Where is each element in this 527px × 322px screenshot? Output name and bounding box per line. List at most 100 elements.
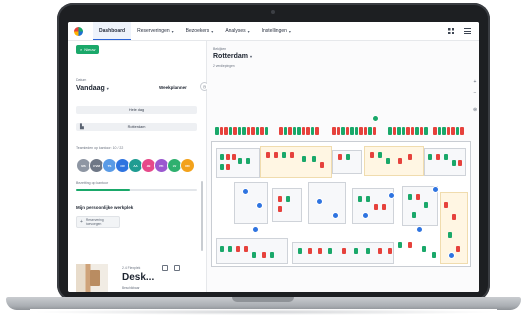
desk[interactable]: [388, 248, 392, 254]
desk[interactable]: [306, 127, 310, 135]
desk[interactable]: [219, 127, 223, 135]
nav-reserveringen[interactable]: Reserveringen ▾: [131, 22, 180, 40]
desk[interactable]: [397, 127, 401, 135]
desk[interactable]: [232, 154, 236, 160]
occupant-avatar-marker[interactable]: [316, 198, 323, 205]
occupant-avatar-marker[interactable]: [362, 212, 369, 219]
desk[interactable]: [308, 248, 312, 254]
desk[interactable]: [278, 206, 282, 212]
desk[interactable]: [408, 194, 412, 200]
app-logo-icon[interactable]: [74, 26, 83, 36]
location-select[interactable]: ▙ Rotterdam: [76, 123, 197, 131]
desk[interactable]: [242, 127, 246, 135]
desk[interactable]: [328, 248, 332, 254]
occupant-avatar-marker[interactable]: [332, 212, 339, 219]
desk-bench[interactable]: [433, 127, 464, 135]
desk[interactable]: [363, 127, 367, 135]
desk[interactable]: [342, 248, 346, 254]
location-dropdown[interactable]: Rotterdam ▾: [213, 53, 252, 60]
desk[interactable]: [408, 242, 412, 248]
desk[interactable]: [270, 252, 274, 258]
meeting-room-marker[interactable]: [372, 115, 379, 122]
calendar-small-icon[interactable]: [174, 265, 180, 271]
desk[interactable]: [401, 127, 405, 135]
desk[interactable]: [398, 158, 402, 164]
desk[interactable]: [233, 127, 237, 135]
desk[interactable]: [406, 127, 410, 135]
apps-grid-icon[interactable]: [448, 28, 454, 34]
desk[interactable]: [220, 154, 224, 160]
desk[interactable]: [283, 127, 287, 135]
desk[interactable]: [451, 127, 455, 135]
desk[interactable]: [297, 127, 301, 135]
desk[interactable]: [341, 127, 345, 135]
desk[interactable]: [458, 160, 462, 166]
desk[interactable]: [220, 164, 224, 170]
desk[interactable]: [412, 212, 416, 218]
desk[interactable]: [332, 127, 336, 135]
desk[interactable]: [350, 127, 354, 135]
desk[interactable]: [228, 127, 232, 135]
time-select[interactable]: Hele dag: [76, 106, 197, 114]
desk-bench[interactable]: [332, 127, 376, 135]
desk[interactable]: [298, 248, 302, 254]
desk[interactable]: [346, 154, 350, 160]
desk[interactable]: [410, 127, 414, 135]
occupant-avatar-marker[interactable]: [432, 186, 439, 193]
desk[interactable]: [246, 158, 250, 164]
desk[interactable]: [318, 248, 322, 254]
lounge-room[interactable]: [234, 182, 268, 224]
desk[interactable]: [336, 127, 340, 135]
nav-instellingen[interactable]: Instellingen ▾: [256, 22, 297, 40]
desk[interactable]: [236, 246, 240, 252]
desk[interactable]: [320, 162, 324, 168]
desk[interactable]: [262, 252, 266, 258]
desk[interactable]: [415, 127, 419, 135]
desk[interactable]: [442, 127, 446, 135]
room[interactable]: [216, 238, 288, 264]
nav-bezoekers[interactable]: Bezoekers ▾: [180, 22, 220, 40]
nav-dashboard[interactable]: Dashboard: [93, 22, 132, 40]
desk[interactable]: [452, 214, 456, 220]
desk[interactable]: [444, 202, 448, 208]
desk[interactable]: [437, 127, 441, 135]
desk[interactable]: [292, 127, 296, 135]
desk[interactable]: [424, 202, 428, 208]
desk[interactable]: [282, 152, 286, 158]
desk-bench[interactable]: [388, 127, 428, 135]
zoom-in-button[interactable]: +: [473, 79, 477, 85]
occupant-avatar-marker[interactable]: [448, 252, 455, 259]
desk[interactable]: [370, 152, 374, 158]
desk[interactable]: [354, 248, 358, 254]
occupant-avatar-marker[interactable]: [388, 192, 395, 199]
team-member-avatar[interactable]: RD: [180, 158, 195, 173]
desk[interactable]: [428, 154, 432, 160]
desk[interactable]: [244, 246, 248, 252]
desk[interactable]: [368, 127, 372, 135]
weekplanner-link[interactable]: Weekplanner: [159, 85, 187, 90]
desk[interactable]: [290, 152, 294, 158]
desk[interactable]: [224, 127, 228, 135]
desk[interactable]: [392, 127, 396, 135]
desk[interactable]: [446, 127, 450, 135]
desk[interactable]: [455, 127, 459, 135]
desk[interactable]: [286, 196, 290, 202]
desk[interactable]: [220, 246, 224, 252]
desk[interactable]: [310, 127, 314, 135]
zoom-out-button[interactable]: −: [473, 90, 477, 96]
desk[interactable]: [251, 127, 255, 135]
desk[interactable]: [302, 156, 306, 162]
desk[interactable]: [252, 252, 256, 258]
occupant-avatar-marker[interactable]: [242, 188, 249, 195]
desk[interactable]: [228, 246, 232, 252]
desk[interactable]: [238, 158, 242, 164]
desk[interactable]: [266, 152, 270, 158]
desk[interactable]: [424, 127, 428, 135]
desk[interactable]: [312, 156, 316, 162]
desk[interactable]: [255, 127, 259, 135]
desk[interactable]: [433, 127, 437, 135]
desk-bench[interactable]: [279, 127, 319, 135]
desk-bench[interactable]: [215, 127, 268, 135]
desk[interactable]: [436, 154, 440, 160]
desk[interactable]: [388, 127, 392, 135]
